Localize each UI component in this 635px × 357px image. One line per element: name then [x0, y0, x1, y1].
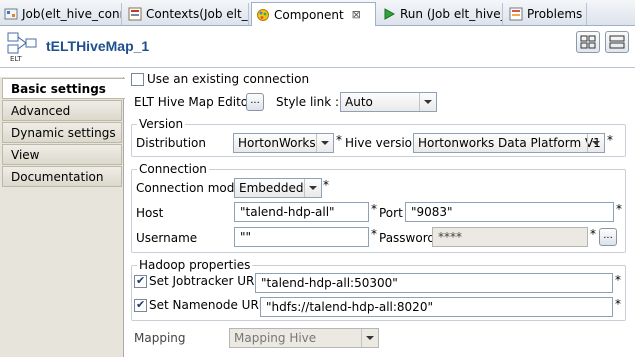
password-label: Password: [379, 231, 436, 245]
chevron-down-icon: [316, 134, 333, 152]
tab-label: Problems: [527, 7, 583, 21]
style-link-value: Auto: [345, 95, 373, 109]
jobtracker-uri-input[interactable]: "talend-hdp-all:50300": [255, 273, 613, 293]
tab-problems[interactable]: Problems: [505, 3, 587, 25]
set-jobtracker-checkbox[interactable]: [134, 274, 147, 288]
required-mark: *: [615, 297, 621, 311]
connection-mode-label: Connection mode: [136, 181, 242, 195]
connection-mode-value: Embedded: [239, 181, 304, 195]
tab-label: Job(elt_hive_conn: [22, 7, 122, 21]
chevron-down-icon: [587, 134, 604, 152]
port-label: Port: [379, 206, 403, 220]
set-namenode-checkbox[interactable]: [134, 298, 147, 312]
chevron-down-icon: [361, 329, 378, 347]
required-mark: *: [371, 227, 377, 241]
elt-component-icon: ELT: [7, 32, 37, 63]
username-label: Username: [136, 231, 198, 245]
tab-job[interactable]: Job(elt_hive_conn: [0, 3, 122, 25]
tab-label: Component: [274, 7, 344, 22]
nav-dynamic-settings[interactable]: Dynamic settings: [2, 122, 122, 143]
use-existing-connection-label: Use an existing connection: [147, 72, 310, 86]
distribution-value: HortonWorks: [238, 136, 316, 150]
header-divider: [0, 67, 635, 68]
tab-label: Run (Job elt_hive_: [400, 7, 503, 21]
svg-text:ELT: ELT: [10, 55, 22, 63]
host-label: Host: [136, 206, 164, 220]
username-input[interactable]: "": [234, 227, 369, 247]
distribution-select[interactable]: HortonWorks: [233, 133, 334, 153]
host-input[interactable]: "talend-hdp-all": [234, 202, 369, 222]
mapping-label: Mapping: [134, 331, 186, 345]
connection-mode-select[interactable]: Embedded: [234, 178, 322, 198]
editor-tab-bar: Job(elt_hive_conn Contexts(Job elt_hi Co…: [0, 0, 635, 26]
problems-icon: [509, 7, 523, 21]
required-mark: *: [371, 202, 377, 216]
nav-view[interactable]: View: [2, 144, 122, 165]
job-icon: [4, 8, 18, 20]
version-group-title: Version: [137, 117, 186, 131]
contexts-icon: [128, 7, 142, 21]
nav-documentation[interactable]: Documentation: [2, 166, 122, 187]
nav-basic-settings[interactable]: Basic settings: [2, 78, 125, 99]
style-link-select[interactable]: Auto: [340, 92, 437, 112]
mapping-value: Mapping Hive: [234, 331, 317, 345]
password-edit-button[interactable]: ...: [599, 228, 617, 246]
connection-group-title: Connection: [137, 162, 209, 176]
component-title: tELTHiveMap_1: [46, 38, 150, 54]
hive-version-select[interactable]: Hortonworks Data Platform V1: [413, 133, 605, 153]
tab-run[interactable]: Run (Job elt_hive_: [378, 3, 503, 25]
hive-version-label: Hive version: [345, 136, 420, 150]
use-existing-connection-checkbox[interactable]: [131, 73, 144, 86]
required-mark: *: [616, 202, 622, 216]
chevron-down-icon: [304, 179, 321, 197]
required-mark: *: [590, 227, 596, 241]
required-mark: *: [336, 133, 342, 147]
close-icon[interactable]: ⊠: [352, 8, 361, 21]
namenode-uri-input[interactable]: "hdfs://talend-hdp-all:8020": [260, 297, 613, 317]
port-input[interactable]: "9083": [405, 202, 614, 222]
run-icon: [384, 8, 396, 20]
elt-editor-button[interactable]: ...: [246, 93, 264, 111]
required-mark: *: [607, 133, 613, 147]
elt-editor-label: ELT Hive Map Editor: [134, 95, 254, 109]
password-input[interactable]: ****: [432, 227, 588, 247]
grid-view-icon: [580, 35, 596, 49]
required-mark: *: [615, 273, 621, 287]
nav-advanced-settings[interactable]: Advanced settings: [2, 100, 122, 139]
rows-view-icon: [609, 35, 625, 49]
set-namenode-label: Set Namenode URI: [149, 298, 263, 312]
mapping-select[interactable]: Mapping Hive: [229, 328, 379, 348]
hadoop-properties-title: Hadoop properties: [137, 258, 253, 272]
required-mark: *: [323, 178, 329, 192]
tab-component[interactable]: Component ⊠: [251, 2, 376, 26]
component-icon: [257, 8, 269, 21]
hive-version-value: Hortonworks Data Platform V1: [418, 136, 601, 150]
chevron-down-icon: [419, 93, 436, 111]
set-jobtracker-label: Set Jobtracker URI: [149, 274, 258, 288]
tab-label: Contexts(Job elt_hi: [146, 7, 249, 21]
tab-contexts[interactable]: Contexts(Job elt_hi: [124, 3, 249, 25]
layout-rows-button[interactable]: [605, 31, 629, 53]
style-link-label: Style link :: [276, 95, 340, 109]
layout-grid-button[interactable]: [576, 31, 600, 53]
distribution-label: Distribution: [136, 136, 207, 150]
